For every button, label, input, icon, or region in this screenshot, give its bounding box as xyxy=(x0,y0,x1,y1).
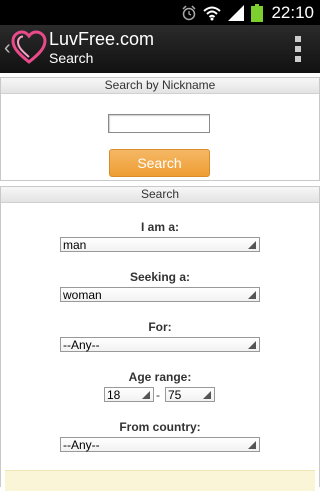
overflow-menu-icon[interactable] xyxy=(294,36,302,62)
dropdown-arrow-icon xyxy=(248,241,256,249)
country-label: From country: xyxy=(119,420,201,434)
seeking-select[interactable]: woman xyxy=(60,287,260,302)
country-value: --Any-- xyxy=(63,438,100,452)
dropdown-arrow-icon xyxy=(203,391,211,399)
nickname-search-button[interactable]: Search xyxy=(109,149,210,177)
bottom-strip xyxy=(5,470,315,491)
age-min-value: 18 xyxy=(107,388,121,402)
i-am-value: man xyxy=(63,238,87,252)
i-am-select[interactable]: man xyxy=(60,237,260,252)
for-label: For: xyxy=(148,320,172,334)
wifi-icon xyxy=(203,6,222,20)
status-bar: 22:10 xyxy=(0,0,320,25)
app-title: LuvFree.com xyxy=(49,29,155,49)
dropdown-arrow-icon xyxy=(142,391,150,399)
seeking-label: Seeking a: xyxy=(129,270,191,284)
screen-subtitle: Search xyxy=(49,50,94,66)
action-bar: ‹ LuvFree.com Search xyxy=(0,25,320,73)
age-range-separator: - xyxy=(156,388,160,402)
nickname-search-panel: Search by Nickname Search xyxy=(0,77,320,181)
chevron-left-icon: ‹ xyxy=(4,37,11,59)
search-panel: Search I am a: man Seeking a: woman For:… xyxy=(0,186,320,491)
nickname-panel-header: Search by Nickname xyxy=(1,78,319,94)
search-panel-header: Search xyxy=(1,187,319,203)
heart-logo-icon xyxy=(11,30,47,64)
dropdown-arrow-icon xyxy=(248,291,256,299)
dropdown-arrow-icon xyxy=(248,441,256,449)
clock: 22:10 xyxy=(271,2,314,22)
age-min-select[interactable]: 18 xyxy=(104,387,154,402)
seeking-value: woman xyxy=(63,288,102,302)
alarm-icon xyxy=(182,4,196,20)
for-value: --Any-- xyxy=(63,338,100,352)
dropdown-arrow-icon xyxy=(248,341,256,349)
i-am-label: I am a: xyxy=(140,220,179,234)
status-icons: 22:10 xyxy=(181,2,314,23)
signal-icon xyxy=(228,4,245,21)
age-max-value: 75 xyxy=(168,388,182,402)
country-select[interactable]: --Any-- xyxy=(60,437,260,452)
battery-icon xyxy=(251,3,264,22)
age-range-label: Age range: xyxy=(128,370,192,384)
for-select[interactable]: --Any-- xyxy=(60,337,260,352)
age-max-select[interactable]: 75 xyxy=(165,387,215,402)
nickname-input[interactable] xyxy=(108,114,210,133)
